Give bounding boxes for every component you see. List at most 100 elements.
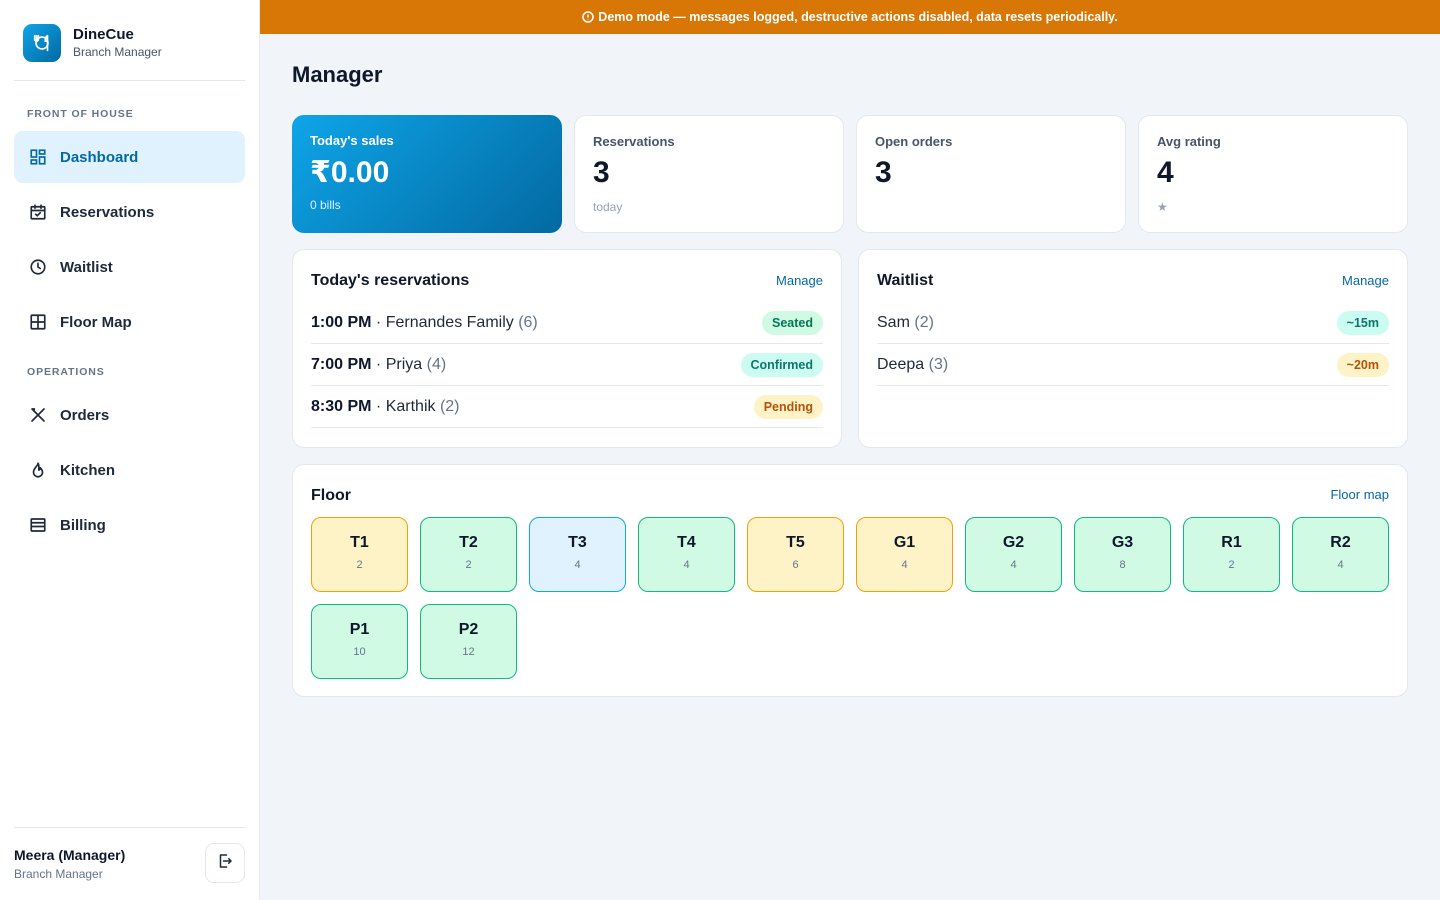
table-name: T4 — [677, 534, 696, 551]
sidebar-item-label: Orders — [60, 406, 110, 424]
banner-text: Demo mode — messages logged, destructive… — [598, 10, 1118, 24]
table-tile[interactable]: G1 4 — [856, 517, 953, 592]
sidebar-item-dashboard[interactable]: Dashboard — [14, 131, 245, 183]
stat-value: ₹0.00 — [310, 156, 390, 189]
status-badge: Confirmed — [740, 352, 823, 377]
wait-time-badge: ~15m — [1336, 310, 1389, 335]
sidebar-item-billing[interactable]: Billing — [14, 499, 245, 551]
table-name: G2 — [1002, 534, 1025, 551]
table-tile[interactable]: T3 4 — [529, 517, 626, 592]
sidebar-item-label: Kitchen — [60, 461, 116, 479]
brand: DineCue Branch Manager — [14, 14, 245, 81]
table-tile[interactable]: G3 8 — [1074, 517, 1171, 592]
table-tile[interactable]: R1 2 — [1183, 517, 1280, 592]
sidebar-item-kitchen[interactable]: Kitchen — [14, 444, 245, 496]
table-name: G3 — [1111, 534, 1134, 551]
stat-label: Avg rating — [1157, 134, 1221, 149]
sidebar-item-label: Billing — [60, 516, 106, 534]
billing-icon — [28, 515, 48, 535]
table-tile[interactable]: T4 4 — [638, 517, 735, 592]
stat-card-open-orders: Open orders 3 — [856, 115, 1126, 233]
page-title: Manager — [292, 62, 383, 87]
section-label-operations: OPERATIONS — [27, 366, 105, 378]
brand-logo-icon — [23, 24, 61, 62]
brand-subtitle: Branch Manager — [73, 45, 162, 59]
sidebar-item-label: Waitlist — [60, 258, 113, 276]
stat-label: Open orders — [875, 134, 953, 149]
stat-card-avg-rating: Avg rating 4 ★ — [1138, 115, 1408, 233]
table-seats: 4 — [1010, 559, 1017, 571]
table-seats: 4 — [1337, 559, 1344, 571]
brand-name: DineCue — [73, 26, 134, 43]
waitlist-row[interactable]: Deepa (3) ~20m — [877, 344, 1389, 386]
demo-mode-banner: Demo mode — messages logged, destructive… — [260, 0, 1440, 34]
reservations-manage-link[interactable]: Manage — [776, 273, 823, 288]
utensils-icon — [28, 405, 48, 425]
stat-value: 3 — [593, 156, 610, 189]
info-icon — [582, 11, 595, 23]
logout-button[interactable] — [205, 843, 245, 883]
table-name: G1 — [893, 534, 916, 551]
card-title: Waitlist — [877, 272, 934, 289]
table-seats: 2 — [465, 559, 472, 571]
card-title: Floor — [311, 487, 351, 504]
table-seats: 10 — [353, 646, 366, 658]
grid-icon — [28, 312, 48, 332]
card-title: Today's reservations — [311, 272, 470, 289]
sidebar-item-reservations[interactable]: Reservations — [14, 186, 245, 238]
table-tile[interactable]: T5 6 — [747, 517, 844, 592]
reservations-card: Today's reservations Manage 1:00 PM · Fe… — [292, 249, 842, 448]
sidebar-item-orders[interactable]: Orders — [14, 389, 245, 441]
table-tile[interactable]: R2 4 — [1292, 517, 1389, 592]
user-name: Meera (Manager) — [14, 847, 126, 863]
table-seats: 4 — [574, 559, 581, 571]
table-tile[interactable]: T2 2 — [420, 517, 517, 592]
waitlist-card: Waitlist Manage Sam (2) ~15m Deepa (3) ~… — [858, 249, 1408, 448]
table-tile[interactable]: T1 2 — [311, 517, 408, 592]
stat-sub: today — [593, 200, 623, 214]
table-seats: 4 — [683, 559, 690, 571]
stat-label: Reservations — [593, 134, 675, 149]
table-seats: 6 — [792, 559, 799, 571]
table-seats: 4 — [901, 559, 908, 571]
wait-time-badge: ~20m — [1336, 352, 1389, 377]
stat-card-reservations: Reservations 3 today — [574, 115, 844, 233]
stat-value: 3 — [875, 156, 892, 189]
table-name: T2 — [459, 534, 478, 551]
table-name: T1 — [350, 534, 369, 551]
dashboard-icon — [28, 147, 48, 167]
table-name: T5 — [786, 534, 805, 551]
table-seats: 8 — [1119, 559, 1126, 571]
sidebar-item-floor-map[interactable]: Floor Map — [14, 296, 245, 348]
status-badge: Seated — [762, 310, 823, 335]
reservation-row[interactable]: 8:30 PM · Karthik (2) Pending — [311, 386, 823, 428]
table-tile[interactable]: P1 10 — [311, 604, 408, 679]
calendar-icon — [28, 202, 48, 222]
table-tile[interactable]: P2 12 — [420, 604, 517, 679]
waitlist-row[interactable]: Sam (2) ~15m — [877, 302, 1389, 344]
logout-icon — [216, 852, 234, 875]
table-tile[interactable]: G2 4 — [965, 517, 1062, 592]
user-profile: Meera (Manager) Branch Manager — [14, 827, 245, 900]
stat-label: Today's sales — [310, 133, 394, 148]
stat-card-sales: Today's sales ₹0.00 0 bills — [292, 115, 562, 233]
sidebar: DineCue Branch Manager FRONT OF HOUSE Da… — [0, 0, 260, 900]
reservation-row[interactable]: 1:00 PM · Fernandes Family (6) Seated — [311, 302, 823, 344]
sidebar-item-label: Reservations — [60, 203, 155, 221]
sidebar-item-label: Floor Map — [60, 313, 132, 331]
clock-icon — [28, 257, 48, 277]
table-name: P1 — [349, 621, 370, 638]
flame-icon — [28, 460, 48, 480]
floor-map-link[interactable]: Floor map — [1330, 487, 1389, 502]
sidebar-item-label: Dashboard — [60, 148, 139, 166]
table-name: R1 — [1221, 534, 1242, 551]
sidebar-item-waitlist[interactable]: Waitlist — [14, 241, 245, 293]
table-name: T3 — [568, 534, 587, 551]
status-badge: Pending — [753, 394, 823, 419]
section-label-front-of-house: FRONT OF HOUSE — [27, 108, 134, 120]
reservation-row[interactable]: 7:00 PM · Priya (4) Confirmed — [311, 344, 823, 386]
floor-card: Floor Floor map T1 2 T2 2 T3 4 T4 4 T5 6… — [292, 464, 1408, 697]
waitlist-manage-link[interactable]: Manage — [1342, 273, 1389, 288]
stat-sub: 0 bills — [310, 198, 341, 212]
table-seats: 2 — [356, 559, 363, 571]
